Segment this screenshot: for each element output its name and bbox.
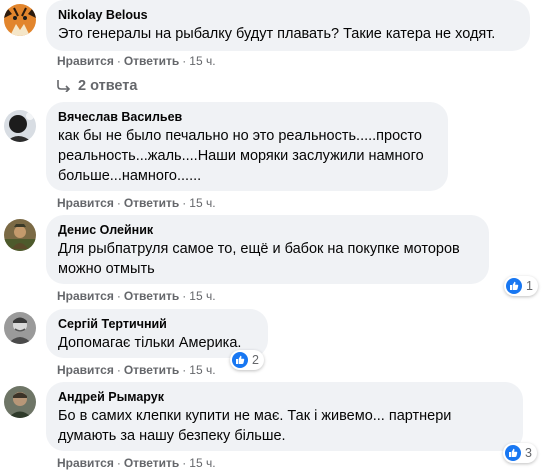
reaction-count: 1 — [526, 279, 533, 293]
comment-bubble: Nikolay Belous Это генералы на рыбалку б… — [46, 0, 530, 51]
reaction-count-badge[interactable]: 2 — [230, 350, 264, 370]
replies-count-label: 2 ответа — [78, 78, 138, 94]
avatar[interactable] — [4, 4, 36, 36]
comment-text: Это генералы на рыбалку будут плавать? Т… — [58, 26, 496, 42]
author-name[interactable]: Андрей Рымарук — [58, 389, 511, 405]
separator: · — [182, 54, 187, 68]
thumbs-up-icon — [232, 352, 248, 368]
author-name[interactable]: Сергій Тертичний — [58, 316, 256, 332]
reply-button[interactable]: Ответить — [124, 363, 179, 377]
avatar[interactable] — [4, 386, 36, 418]
timestamp[interactable]: 15 ч. — [189, 456, 215, 470]
reaction-count-badge[interactable]: 3 — [503, 443, 537, 463]
comment-actions: Нравится · Ответить · 15 ч. — [57, 362, 216, 378]
like-button[interactable]: Нравится — [57, 363, 114, 377]
comment-actions: Нравится · Ответить · 15 ч. — [57, 288, 216, 304]
comment-actions: Нравится · Ответить · 15 ч. — [57, 195, 216, 211]
reply-button[interactable]: Ответить — [124, 456, 179, 470]
separator: · — [116, 363, 121, 377]
timestamp[interactable]: 15 ч. — [189, 363, 215, 377]
reply-button[interactable]: Ответить — [124, 196, 179, 210]
reply-button[interactable]: Ответить — [124, 289, 179, 303]
separator: · — [116, 196, 121, 210]
separator: · — [116, 289, 121, 303]
comment-text: как бы не было печально но это реальност… — [58, 128, 424, 184]
avatar[interactable] — [4, 110, 36, 142]
comment-bubble: Вячеслав Васильев как бы не было печальн… — [46, 102, 448, 191]
comment-text: Для рыбпатруля самое то, ещё и бабок на … — [58, 241, 460, 277]
comment-text: Допомагає тільки Америка. — [58, 335, 242, 351]
like-button[interactable]: Нравится — [57, 196, 114, 210]
author-name[interactable]: Nikolay Belous — [58, 7, 518, 23]
timestamp[interactable]: 15 ч. — [189, 289, 215, 303]
timestamp[interactable]: 15 ч. — [189, 196, 215, 210]
reaction-count-badge[interactable]: 1 — [504, 276, 538, 296]
comment-bubble: Денис Олейник Для рыбпатруля самое то, е… — [46, 215, 489, 284]
separator: · — [116, 54, 121, 68]
separator: · — [116, 456, 121, 470]
like-button[interactable]: Нравится — [57, 456, 114, 470]
separator: · — [182, 456, 187, 470]
thumbs-up-icon — [506, 278, 522, 294]
separator: · — [182, 196, 187, 210]
thumbs-up-icon — [505, 445, 521, 461]
avatar[interactable] — [4, 219, 36, 251]
avatar[interactable] — [4, 312, 36, 344]
reaction-count: 3 — [525, 446, 532, 460]
like-button[interactable]: Нравится — [57, 54, 114, 68]
author-name[interactable]: Вячеслав Васильев — [58, 109, 436, 125]
comment-actions: Нравится · Ответить · 15 ч. — [57, 53, 216, 69]
author-name[interactable]: Денис Олейник — [58, 222, 477, 238]
separator: · — [182, 363, 187, 377]
reply-arrow-icon — [57, 80, 71, 92]
reply-button[interactable]: Ответить — [124, 54, 179, 68]
comment-text: Бо в самих клепки купити не має. Так і ж… — [58, 408, 452, 444]
comment-actions: Нравится · Ответить · 15 ч. — [57, 455, 216, 471]
view-replies-button[interactable]: 2 ответа — [55, 78, 137, 94]
like-button[interactable]: Нравится — [57, 289, 114, 303]
comment-bubble: Андрей Рымарук Бо в самих клепки купити … — [46, 382, 523, 451]
reaction-count: 2 — [252, 353, 259, 367]
separator: · — [182, 289, 187, 303]
timestamp[interactable]: 15 ч. — [189, 54, 215, 68]
